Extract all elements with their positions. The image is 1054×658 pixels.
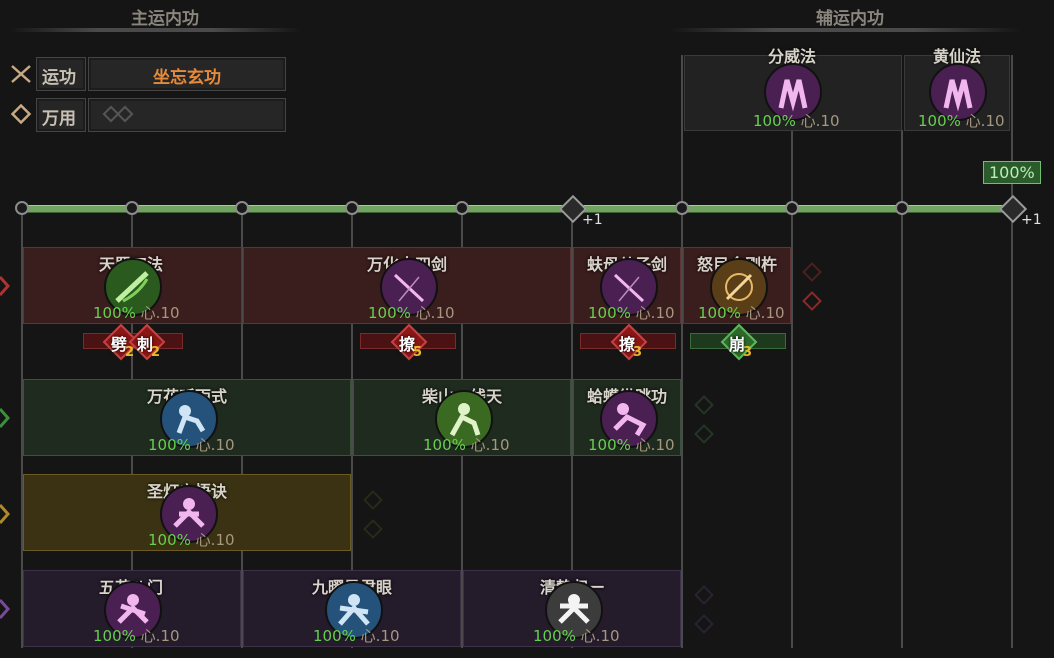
empty-slot-icon [694,424,714,444]
tag-num: 5 [413,345,423,360]
aux-skill-stats: 100% 心.10 [918,112,1005,130]
tag-num: 2 [151,345,161,360]
row-marker-green [0,407,11,433]
track-progress-badge: 100% [983,161,1041,184]
swords-icon [10,64,32,84]
main-header: 主运内功 [131,9,199,29]
diamond-icon [10,103,32,125]
wan-label: 万用 [42,109,76,129]
track-node [785,201,799,215]
yun-value: 坐忘玄功 [153,68,221,88]
skill-stats: 100% 心.10 [93,304,180,322]
skill-stats: 100% 心.10 [148,531,235,549]
milestone-bonus: +1 [1021,212,1042,228]
tag-num: 2 [125,345,135,360]
skill-stats: 100% 心.10 [423,436,510,454]
skill-stats: 100% 心.10 [148,436,235,454]
track-node [675,201,689,215]
track-node [895,201,909,215]
empty-slot-icon [802,291,822,311]
empty-slot-icon [694,585,714,605]
row-marker-gold [0,503,11,529]
skill-stats: 100% 心.10 [313,627,400,645]
track-node [345,201,359,215]
track-node [125,201,139,215]
track-node [235,201,249,215]
row-marker-purple [0,598,11,624]
main-header-divider [10,28,300,32]
empty-slot-icon [363,519,383,539]
track-node [15,201,29,215]
empty-slot-icon [694,395,714,415]
skill-stats: 100% 心.10 [533,627,620,645]
aux-skill-stats: 100% 心.10 [753,112,840,130]
track-node [455,201,469,215]
aux-header-divider [670,28,1020,32]
empty-slot-icon [802,262,822,282]
progress-track [22,205,1012,213]
skill-stats: 100% 心.10 [588,304,675,322]
milestone-bonus: +1 [582,212,603,228]
yun-label: 运功 [42,68,76,88]
empty-slot-icon [102,105,138,127]
empty-slot-icon [363,490,383,510]
aux-header: 辅运内功 [816,9,884,29]
row-marker-red [0,275,11,301]
empty-slot-icon [694,614,714,634]
tag-num: 3 [743,345,753,360]
skill-stats: 100% 心.10 [588,436,675,454]
skill-stats: 100% 心.10 [93,627,180,645]
skill-stats: 100% 心.10 [368,304,455,322]
tag-num: 3 [633,345,643,360]
skill-stats: 100% 心.10 [698,304,785,322]
